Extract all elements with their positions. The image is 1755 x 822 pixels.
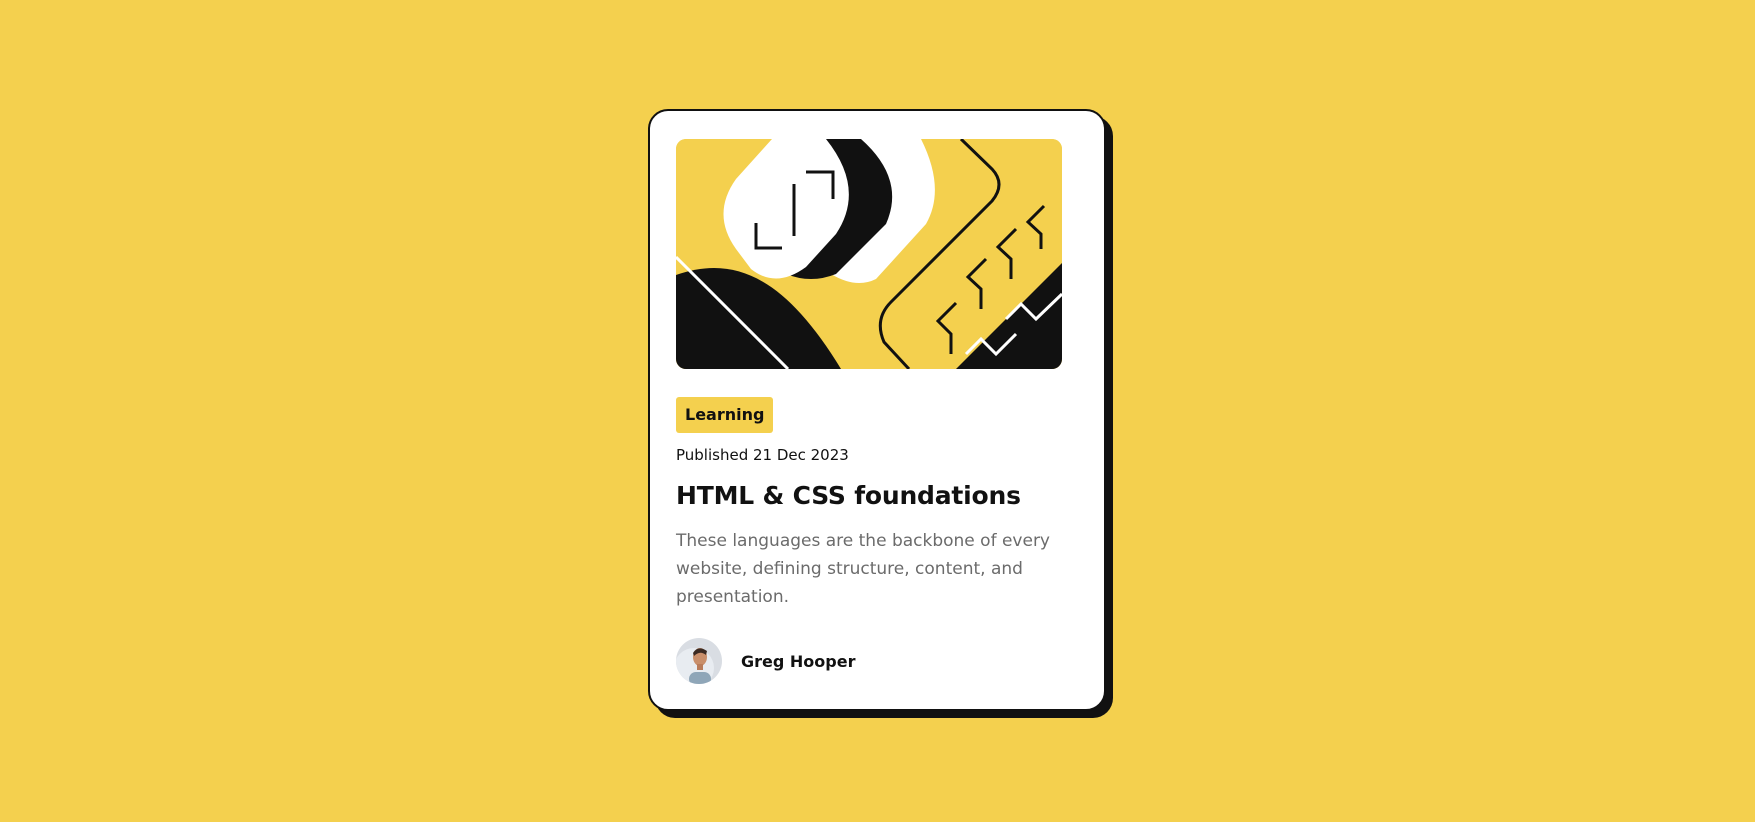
card-description: These languages are the backbone of ever… [676,531,1050,607]
category-badge: Learning [676,397,774,433]
hero-illustration [676,139,1062,369]
author-name[interactable]: Greg Hooper [741,652,855,671]
author-row: Greg Hooper [676,638,1078,684]
person-portrait-icon [676,638,722,684]
published-date: Published 21 Dec 2023 [676,446,849,464]
card-title[interactable]: HTML & CSS foundations [676,481,1078,511]
blog-preview-card: Learning Published 21 Dec 2023 HTML & CS… [648,109,1106,711]
